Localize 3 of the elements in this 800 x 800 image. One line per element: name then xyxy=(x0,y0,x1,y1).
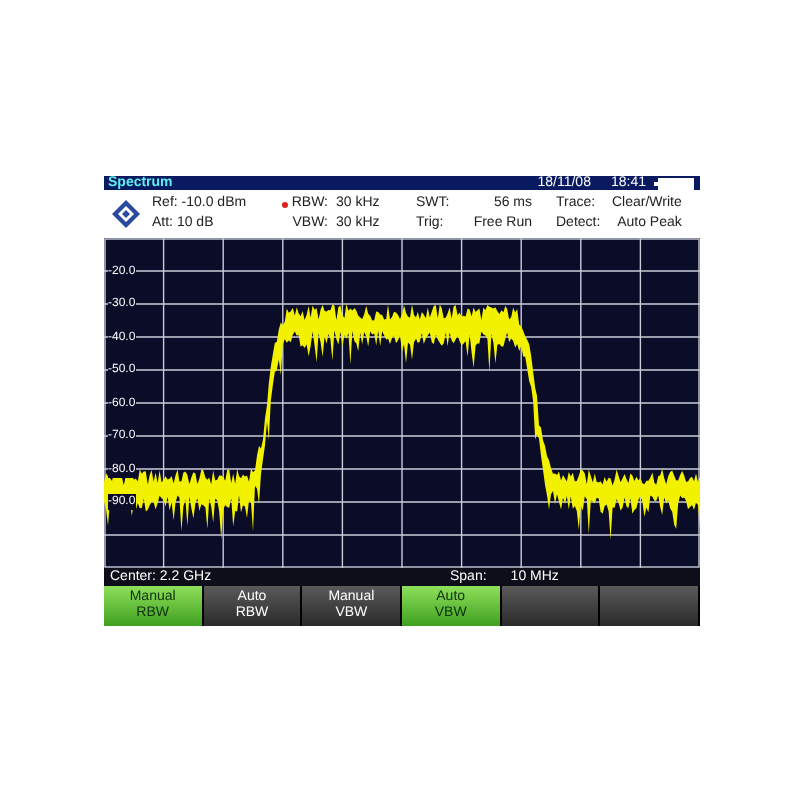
softkey-button[interactable] xyxy=(600,586,701,626)
diamond-logo-icon xyxy=(112,200,140,228)
softkey-button[interactable] xyxy=(501,586,601,626)
